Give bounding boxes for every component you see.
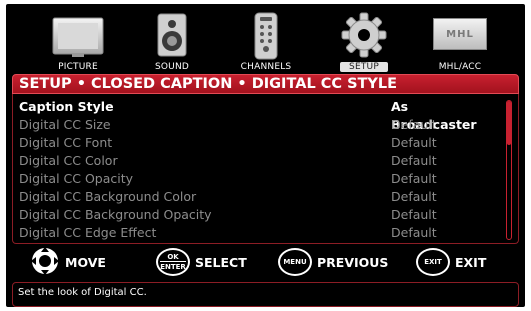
- menu-item-label: Caption Style: [19, 99, 114, 114]
- mhl-logo-text: MHL: [446, 28, 474, 40]
- previous-label: PREVIOUS: [317, 254, 389, 270]
- ok-enter-key-icon: OK ENTER: [156, 248, 190, 276]
- menu-item-digital-cc-size[interactable]: Digital CC Size Default: [19, 116, 496, 134]
- menu-item-digital-cc-background-color[interactable]: Digital CC Background Color Default: [19, 188, 496, 206]
- help-text: Set the look of Digital CC.: [12, 282, 519, 307]
- button-hints-bar: MOVE OK ENTER SELECT MENU PREVIOUS EXIT …: [6, 246, 525, 278]
- menu-item-label: Digital CC Opacity: [19, 171, 134, 186]
- exit-key-icon: EXIT: [416, 248, 450, 276]
- menu-item-value: Default: [391, 189, 437, 204]
- tab-sound[interactable]: SOUND: [130, 8, 214, 74]
- menu-item-digital-cc-color[interactable]: Digital CC Color Default: [19, 152, 496, 170]
- speaker-icon: [157, 12, 187, 62]
- menu-item-caption-style[interactable]: Caption Style As Broadcaster: [19, 98, 496, 132]
- dpad-icon: [30, 246, 60, 279]
- menu-item-digital-cc-edge-effect[interactable]: Digital CC Edge Effect Default: [19, 224, 496, 242]
- remote-icon: [253, 12, 279, 64]
- menu-item-label: Digital CC Background Opacity: [19, 207, 212, 222]
- picture-icon: [52, 12, 104, 62]
- exit-hint: EXIT EXIT: [416, 248, 486, 276]
- move-hint: MOVE: [30, 246, 106, 279]
- select-label: SELECT: [195, 254, 247, 270]
- menu-item-digital-cc-opacity[interactable]: Digital CC Opacity Default: [19, 170, 496, 188]
- menu-item-value: Default: [391, 207, 437, 222]
- menu-item-label: Digital CC Background Color: [19, 189, 197, 204]
- menu-item-digital-cc-font[interactable]: Digital CC Font Default: [19, 134, 496, 152]
- move-label: MOVE: [65, 254, 106, 270]
- menu-item-digital-cc-background-opacity[interactable]: Digital CC Background Opacity Default: [19, 206, 496, 224]
- menu-list: Caption Style As Broadcaster Digital CC …: [12, 94, 519, 244]
- tab-channels-label: CHANNELS: [240, 62, 292, 72]
- menu-item-label: Digital CC Font: [19, 135, 113, 150]
- exit-key-text: EXIT: [424, 258, 442, 266]
- tv-menu-screen: PICTURE SOUND CHANNELS SETUP MHL MHL/ACC…: [6, 4, 525, 307]
- menu-item-label: Digital CC Size: [19, 117, 111, 132]
- ok-key-text: OK: [167, 253, 179, 261]
- tab-sound-label: SOUND: [154, 62, 190, 72]
- menu-item-value: Default: [391, 171, 437, 186]
- tab-setup[interactable]: SETUP: [322, 8, 406, 74]
- menu-item-value: Default: [391, 153, 437, 168]
- page-title: SETUP • CLOSED CAPTION • DIGITAL CC STYL…: [12, 74, 519, 94]
- previous-hint: MENU PREVIOUS: [278, 248, 388, 276]
- menu-item-label: Digital CC Edge Effect: [19, 225, 157, 240]
- menu-item-value: Default: [391, 117, 437, 132]
- menu-item-label: Digital CC Color: [19, 153, 118, 168]
- tab-picture-label: PICTURE: [58, 62, 98, 72]
- menu-item-value: Default: [391, 225, 437, 240]
- menu-item-value: Default: [391, 135, 437, 150]
- tab-picture[interactable]: PICTURE: [36, 8, 120, 74]
- scrollbar[interactable]: [506, 100, 512, 240]
- select-hint: OK ENTER SELECT: [156, 248, 247, 276]
- scrollbar-thumb[interactable]: [507, 101, 511, 145]
- exit-label: EXIT: [455, 254, 487, 270]
- gear-icon: [341, 12, 387, 62]
- mhl-logo-icon: MHL: [433, 18, 487, 50]
- menu-key-text: MENU: [283, 258, 307, 266]
- tab-setup-label: SETUP: [322, 62, 406, 72]
- enter-key-text: ENTER: [160, 261, 186, 271]
- tab-channels[interactable]: CHANNELS: [224, 8, 308, 74]
- tab-mhl-acc-label: MHL/ACC: [438, 62, 482, 72]
- tab-mhl-acc[interactable]: MHL MHL/ACC: [418, 8, 502, 74]
- menu-tab-bar: PICTURE SOUND CHANNELS SETUP MHL MHL/ACC: [6, 4, 525, 74]
- menu-key-icon: MENU: [278, 248, 312, 276]
